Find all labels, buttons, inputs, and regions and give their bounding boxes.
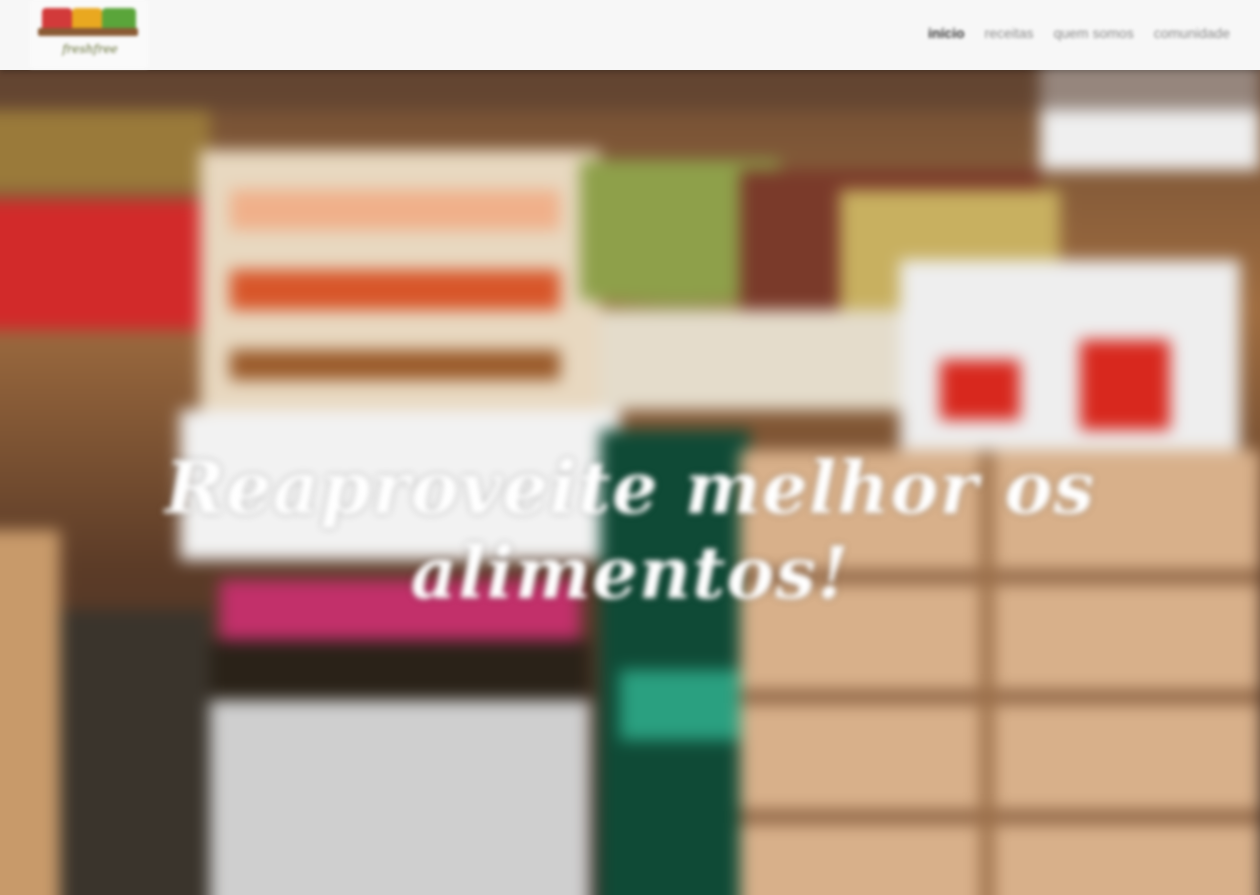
nav-item-comunidade[interactable]: comunidade <box>1154 22 1230 44</box>
site-header: freshfree início receitas quem somos com… <box>0 0 1260 70</box>
logo-crate-red <box>42 8 72 30</box>
logo-wordmark: freshfree <box>62 42 118 56</box>
logo-crate-yellow <box>72 8 102 30</box>
nav-item-inicio[interactable]: início <box>928 22 965 44</box>
logo-crate-green <box>102 8 136 30</box>
nav-item-receitas[interactable]: receitas <box>985 22 1034 44</box>
hero-section: Reaproveite melhor os alimentos! <box>0 70 1260 895</box>
nav-item-quem-somos[interactable]: quem somos <box>1054 22 1134 44</box>
site-logo[interactable]: freshfree <box>30 0 148 68</box>
logo-base <box>38 28 138 36</box>
main-nav: início receitas quem somos comunidade <box>928 22 1230 44</box>
hero-headline: Reaproveite melhor os alimentos! <box>165 445 1095 615</box>
